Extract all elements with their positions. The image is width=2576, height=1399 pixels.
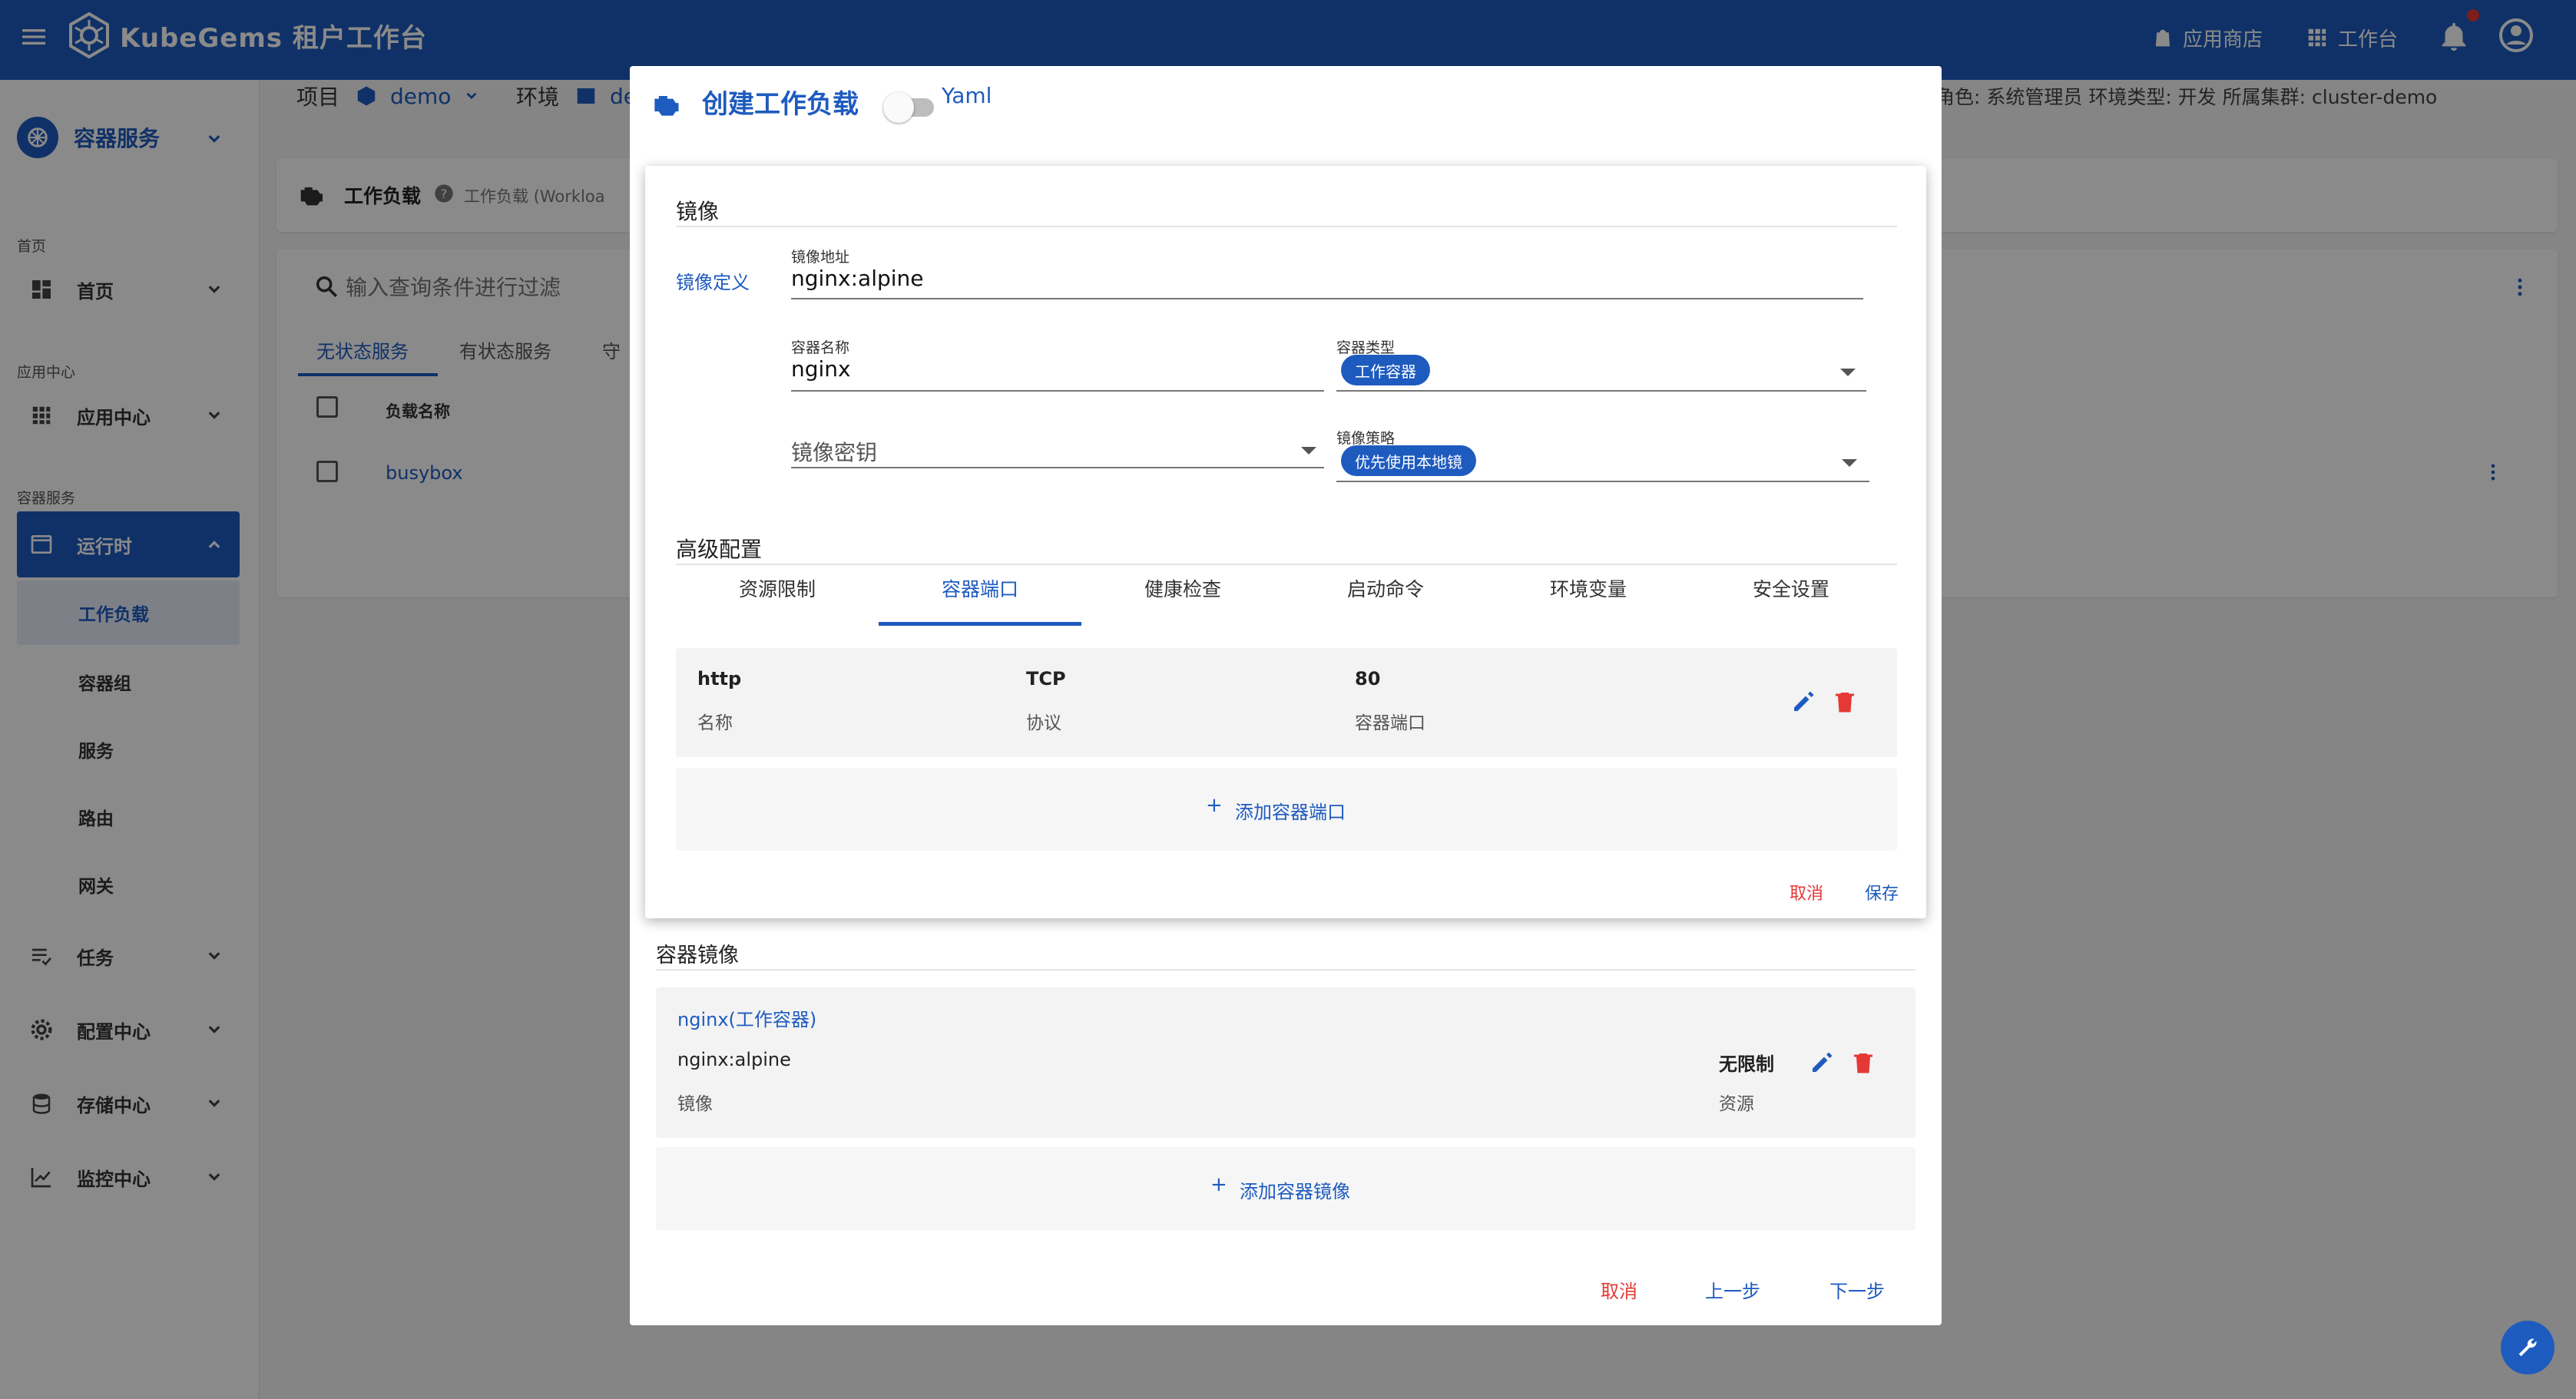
delete-icon[interactable] (1831, 688, 1859, 716)
underline (791, 467, 1324, 468)
add-port-button[interactable]: + 添加容器端口 (676, 768, 1897, 851)
caret-down-icon (1840, 369, 1856, 376)
tab-indicator (879, 622, 1081, 626)
container-title[interactable]: nginx(工作容器) (677, 1004, 816, 1031)
tab-startup-command[interactable]: 启动命令 (1284, 550, 1487, 627)
container-image-value: nginx:alpine (677, 1049, 791, 1070)
container-type-chip: 工作容器 (1341, 355, 1430, 385)
engine-icon (654, 96, 679, 116)
port-protocol: TCP (1026, 668, 1066, 690)
delete-icon[interactable] (1849, 1049, 1877, 1077)
plus-icon: + (1206, 794, 1223, 817)
dialog-title: 创建工作负载 (702, 89, 859, 120)
underline (1336, 390, 1866, 392)
image-editor-panel: 镜像 镜像定义 镜像地址 nginx:alpine 容器名称 nginx 容器类… (645, 166, 1926, 918)
yaml-toggle[interactable] (883, 89, 937, 123)
port-name: http (697, 668, 742, 690)
tab-container-port[interactable]: 容器端口 (879, 550, 1081, 627)
container-name-input[interactable]: nginx (791, 353, 1324, 392)
advanced-tabs: 资源限制 容器端口 健康检查 启动命令 环境变量 安全设置 (676, 550, 1897, 627)
divider (676, 226, 1897, 227)
image-section-title: 镜像 (676, 199, 720, 224)
port-row: http 名称 TCP 协议 80 容器端口 (676, 648, 1897, 757)
edit-icon[interactable] (1808, 1049, 1836, 1077)
image-policy-chip: 优先使用本地镜 (1341, 445, 1476, 476)
fab-button[interactable] (2501, 1321, 2554, 1374)
container-images-title: 容器镜像 (656, 944, 739, 967)
caret-down-icon (1842, 459, 1857, 467)
underline (791, 298, 1863, 299)
tab-env-vars[interactable]: 环境变量 (1487, 550, 1690, 627)
container-name-value: nginx (791, 356, 851, 382)
add-image-button[interactable]: + 添加容器镜像 (656, 1147, 1915, 1230)
image-policy-select[interactable]: 优先使用本地镜 (1336, 444, 1869, 482)
plus-icon: + (1210, 1173, 1227, 1196)
create-workload-dialog: 创建工作负载 Yaml 镜像 镜像定义 镜像地址 nginx:alpine 容器… (630, 66, 1942, 1325)
image-definition-label: 镜像定义 (676, 272, 750, 293)
container-resource-value: 无限制 (1719, 1053, 1774, 1075)
tab-resource-limit[interactable]: 资源限制 (676, 550, 879, 627)
edit-icon[interactable] (1790, 688, 1817, 716)
cancel-button[interactable]: 取消 (1601, 1276, 1637, 1303)
underline (791, 390, 1324, 392)
image-address-value: nginx:alpine (791, 266, 924, 291)
add-port-label: 添加容器端口 (1235, 802, 1346, 823)
container-image-label: 镜像 (677, 1094, 713, 1114)
inner-cancel-button[interactable]: 取消 (1790, 880, 1823, 905)
tab-health-check[interactable]: 健康检查 (1081, 550, 1284, 627)
add-image-label: 添加容器镜像 (1240, 1181, 1350, 1202)
port-name-label: 名称 (697, 713, 733, 733)
underline (1336, 481, 1869, 482)
yaml-label: Yaml (942, 83, 992, 108)
port-protocol-label: 协议 (1026, 713, 1061, 733)
tab-security[interactable]: 安全设置 (1690, 550, 1892, 627)
next-button[interactable]: 下一步 (1829, 1276, 1885, 1303)
container-resource-label: 资源 (1719, 1094, 1754, 1114)
prev-button[interactable]: 上一步 (1705, 1276, 1760, 1303)
inner-save-button[interactable]: 保存 (1865, 880, 1899, 905)
image-secret-placeholder: 镜像密钥 (791, 440, 878, 465)
image-address-input[interactable]: nginx:alpine (791, 263, 1863, 299)
caret-down-icon (1301, 447, 1316, 455)
port-number: 80 (1355, 668, 1381, 690)
container-card: nginx(工作容器) nginx:alpine 镜像 无限制 资源 (656, 987, 1915, 1138)
port-number-label: 容器端口 (1355, 713, 1425, 733)
divider (656, 969, 1915, 971)
container-type-select[interactable]: 工作容器 (1336, 353, 1866, 392)
image-secret-select[interactable]: 镜像密钥 (791, 427, 1324, 468)
wrench-icon (2518, 1338, 2537, 1357)
